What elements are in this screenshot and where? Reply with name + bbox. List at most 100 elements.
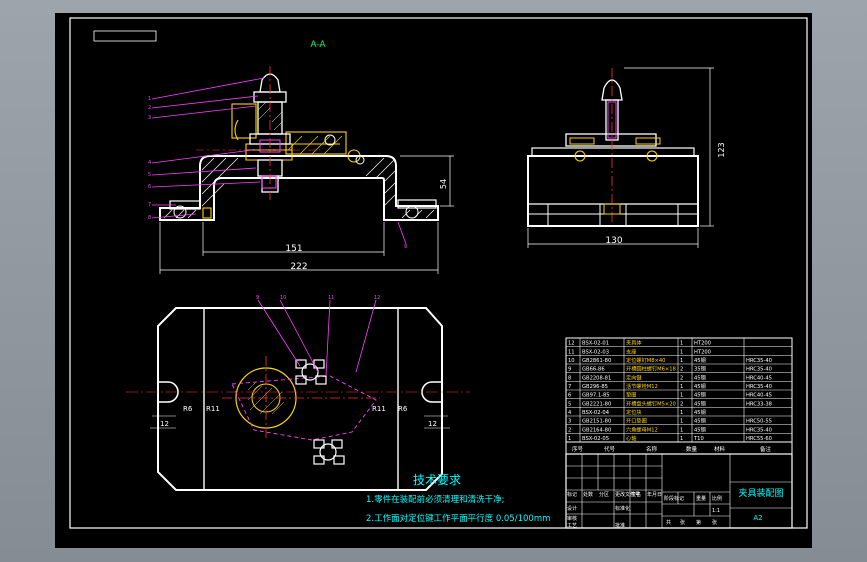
bom-cell-code: GB97.1-85 [582, 393, 610, 399]
bom-cell-code: BSX-02-05 [582, 436, 609, 442]
svg-text:R6: R6 [398, 405, 408, 413]
bom-cell-material: 45钢 [694, 356, 706, 364]
svg-text:审核: 审核 [567, 515, 577, 522]
tech-req-line1: 1.零件在装配前必须清理和清洗干净; [366, 494, 504, 505]
bom-cell-material: 45钢 [694, 425, 706, 433]
bom-cell-note: HRC40-45 [746, 375, 772, 381]
svg-text:R6: R6 [183, 405, 193, 413]
svg-text:6: 6 [148, 184, 151, 190]
dim-151: 151 [285, 244, 302, 254]
bom-cell-note: HRC35-40 [746, 427, 772, 433]
svg-text:张: 张 [712, 519, 717, 526]
tech-req-line2: 2.工作面对定位键工作平面平行度 0.05/100mm [366, 513, 550, 524]
svg-text:R11: R11 [206, 405, 220, 413]
bom-cell-name: 六角螺母M12 [626, 425, 658, 433]
svg-text:比例: 比例 [712, 495, 722, 502]
bom-cell-material: HT200 [694, 349, 711, 355]
bom-cell-qty: 1 [680, 436, 683, 442]
bom-cell-no: 12 [568, 341, 575, 347]
svg-text:工艺: 工艺 [567, 523, 577, 529]
bom-cell-no: 10 [568, 358, 575, 364]
svg-text:处数: 处数 [583, 491, 593, 498]
drawing-canvas[interactable]: A-A 1 2 3 4 5 6 7 8 9 151 222 54 130 123… [0, 0, 867, 562]
dim-54: 54 [439, 179, 448, 189]
dim-130: 130 [605, 236, 622, 246]
bom-cell-code: GB296-85 [582, 384, 608, 390]
svg-text:名称: 名称 [646, 445, 658, 453]
svg-text:标记: 标记 [567, 491, 577, 498]
bom-cell-no: 8 [568, 375, 571, 381]
svg-text:阶段标记: 阶段标记 [664, 495, 684, 502]
bom-cell-code: GB2164-80 [582, 427, 611, 433]
bom-cell-material: HT200 [694, 341, 711, 347]
dim-222: 222 [290, 262, 307, 272]
svg-text:代号: 代号 [604, 445, 616, 453]
bom-cell-note: HRC35-40 [746, 384, 772, 390]
bom-cell-name: 垫圈 [626, 391, 636, 399]
bom-cell-note: HRC33-38 [746, 401, 772, 407]
svg-text:8: 8 [148, 215, 151, 221]
svg-text:第: 第 [696, 519, 701, 526]
svg-text:共: 共 [666, 519, 671, 526]
bom-cell-name: 开槽盘头螺钉M5×20 [626, 399, 676, 407]
bom-cell-material: 45钢 [694, 408, 706, 416]
svg-text:1: 1 [148, 96, 151, 102]
bom-cell-code: BSX-02-04 [582, 410, 610, 416]
bom-cell-name: 定位块 [626, 408, 642, 416]
svg-text:设计: 设计 [567, 505, 577, 512]
bom-cell-material: T10 [693, 436, 704, 442]
svg-text:9: 9 [404, 244, 407, 250]
bom-cell-code: GB2151-80 [582, 419, 611, 425]
bom-cell-no: 5 [568, 401, 571, 407]
bom-cell-no: 3 [568, 419, 571, 425]
svg-text:12: 12 [374, 295, 380, 301]
bom-cell-qty: 1 [680, 393, 683, 399]
sheet-size: A2 [753, 514, 762, 522]
svg-text:4: 4 [148, 160, 151, 166]
bom-cell-name: 开槽圆柱螺钉M6×18 [626, 365, 676, 373]
svg-text:10: 10 [280, 295, 286, 301]
bom-cell-qty: 1 [680, 410, 683, 416]
svg-text:数量: 数量 [686, 445, 698, 453]
svg-text:张: 张 [680, 519, 685, 526]
bom-cell-name: 心轴 [626, 434, 636, 442]
bom-cell-qty: 1 [680, 349, 683, 355]
bom-cell-material: 45钢 [694, 382, 706, 390]
svg-text:批准: 批准 [615, 522, 625, 529]
bom-cell-note: HRC55-60 [746, 436, 772, 442]
bom-cell-name: 夹具体 [626, 339, 642, 347]
svg-text:12: 12 [428, 420, 437, 428]
bom-cell-name: 支座 [626, 347, 636, 355]
bom-cell-name: 定向键 [626, 373, 642, 381]
bom-cell-qty: 2 [680, 375, 683, 381]
svg-text:9: 9 [256, 295, 259, 301]
svg-text:年月日: 年月日 [647, 491, 662, 498]
bom-cell-note: HRC40-45 [746, 393, 772, 399]
bom-cell-code: GB2221-80 [582, 401, 611, 407]
bom-cell-qty: 1 [680, 384, 683, 390]
bom-cell-qty: 2 [680, 367, 683, 373]
cad-viewport: A-A 1 2 3 4 5 6 7 8 9 151 222 54 130 123… [0, 0, 867, 562]
bom-cell-no: 6 [568, 393, 571, 399]
bom-cell-note: HRC35-40 [746, 367, 772, 373]
svg-text:7: 7 [148, 202, 151, 208]
bom-cell-name: 活节螺栓M12 [626, 382, 658, 390]
sheet-background [55, 13, 812, 548]
tech-req-title: 技术要求 [413, 473, 461, 487]
dim-123: 123 [717, 142, 726, 157]
bom-cell-no: 2 [568, 427, 571, 433]
svg-text:签名: 签名 [631, 491, 641, 498]
bom-cell-material: 45钢 [694, 399, 706, 407]
section-label: A-A [310, 40, 326, 50]
bom-cell-qty: 1 [680, 427, 683, 433]
bom-cell-code: GB2861-80 [582, 358, 611, 364]
svg-text:1:1: 1:1 [712, 508, 720, 514]
bom-cell-code: GB2208-81 [582, 375, 611, 381]
svg-text:重量: 重量 [696, 495, 706, 502]
svg-text:2: 2 [148, 105, 151, 111]
svg-text:R11: R11 [372, 405, 386, 413]
bom-cell-code: BSX-02-03 [582, 349, 609, 355]
svg-text:材料: 材料 [714, 445, 726, 453]
svg-text:序号: 序号 [572, 445, 584, 453]
bom-cell-note: HRC35-40 [746, 358, 772, 364]
